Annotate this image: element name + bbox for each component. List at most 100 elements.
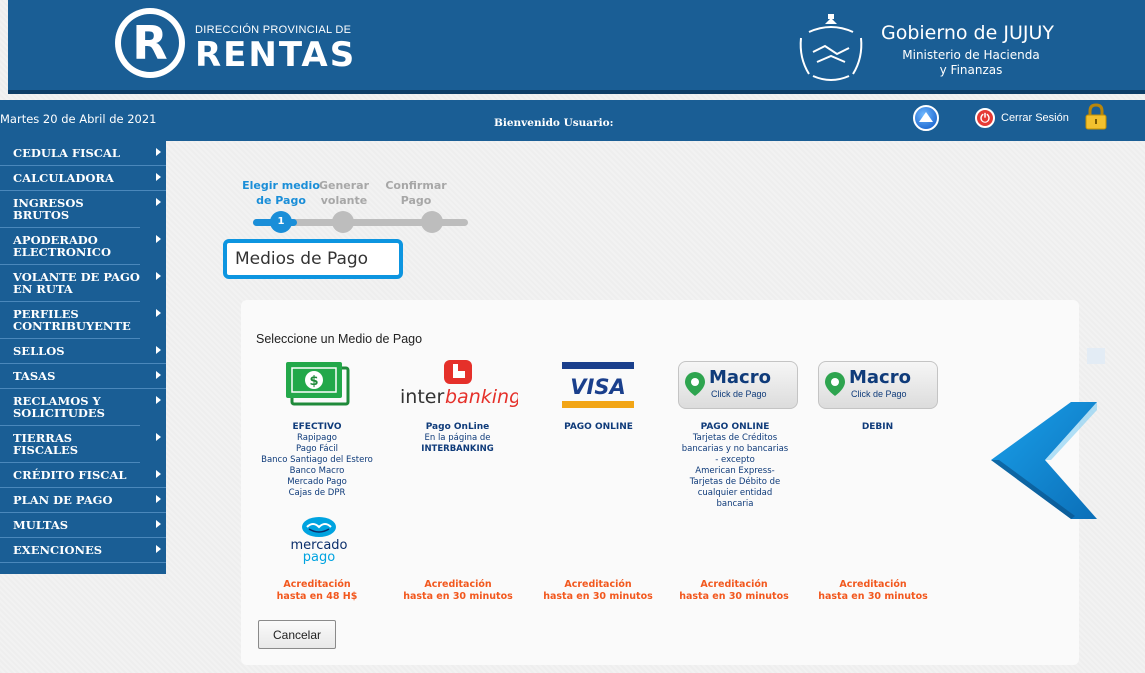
chevron-right-icon	[156, 371, 161, 379]
chevron-right-icon	[156, 346, 161, 354]
macro-pin-icon	[685, 372, 705, 396]
sidebar-item-sellos[interactable]: SELLOS	[0, 339, 166, 364]
sidebar-item-credito-fiscal[interactable]: CRÉDITO FISCAL	[0, 463, 166, 488]
option-desc-line: Mercado Pago	[287, 477, 347, 487]
cash-symbol: $	[309, 374, 318, 389]
ministry-line-2: y Finanzas	[939, 63, 1003, 77]
accreditation-line-1: Acreditación	[283, 579, 351, 590]
ministry-line-1: Ministerio de Hacienda	[902, 48, 1040, 62]
sidebar-item-perfiles-contribuyente[interactable]: PERFILES CONTRIBUYENTE	[0, 302, 161, 339]
option-visa[interactable]: PAGO ONLINE	[546, 422, 651, 433]
sidebar-item-label: SELLOS	[13, 344, 65, 358]
macro-logo-text: Macro	[709, 367, 771, 388]
handshake-icon	[302, 517, 336, 537]
accreditation-line-2: hasta en 48 H$	[276, 591, 358, 602]
macro-pin-icon	[825, 372, 845, 396]
option-desc-line: Cajas de DPR	[288, 488, 346, 498]
sidebar-item-label: TASAS	[13, 369, 56, 383]
logout-button[interactable]: ⏻ Cerrar Sesión	[975, 107, 1069, 129]
lock-icon[interactable]	[1083, 103, 1109, 131]
section-title: Medios de Pago	[223, 239, 403, 279]
step-3-label: Confirmar Pago	[371, 178, 461, 208]
sidebar-item-label: VOLANTE DE PAGO EN RUTA	[13, 270, 140, 296]
sidebar-item-label: PERFILES CONTRIBUYENTE	[13, 307, 131, 333]
sidebar-item-tasas[interactable]: TASAS	[0, 364, 166, 389]
accreditation-efectivo: Acreditación hasta en 48 H$	[247, 579, 387, 603]
sidebar-item-multas[interactable]: MULTAS	[0, 513, 166, 538]
option-desc-line: Rapipago	[297, 433, 337, 443]
accreditation-line-2: hasta en 30 minutos	[403, 591, 513, 602]
step-3-line-1: Confirmar	[385, 179, 447, 192]
chevron-right-icon	[156, 173, 161, 181]
option-desc-line: - excepto	[715, 455, 755, 465]
accreditation-line-2: hasta en 30 minutos	[818, 591, 928, 602]
chevron-right-icon	[156, 520, 161, 528]
sidebar-item-label: MULTAS	[13, 518, 69, 532]
current-date: Martes 20 de Abril de 2021	[0, 112, 157, 126]
sidebar-item-apoderado-electronico[interactable]: APODERADO ELECTRONICO	[0, 228, 161, 265]
accreditation-macro-cards: Acreditación hasta en 30 minutos	[664, 579, 804, 603]
welcome-text: Bienvenido Usuario:	[494, 117, 614, 129]
accreditation-line-1: Acreditación	[424, 579, 492, 590]
option-desc-line: bancarias y no bancarias	[681, 444, 789, 454]
back-arrow-icon[interactable]	[985, 398, 1105, 523]
accreditation-line-2: hasta en 30 minutos	[679, 591, 789, 602]
user-bar: Martes 20 de Abril de 2021 Bienvenido Us…	[0, 100, 1145, 141]
sidebar-item-label: APODERADO ELECTRONICO	[13, 233, 111, 259]
accreditation-debin: Acreditación hasta en 30 minutos	[803, 579, 943, 603]
chevron-right-icon	[156, 198, 161, 206]
mercado-pago-text-2: pago	[302, 550, 336, 565]
option-debin[interactable]: DEBIN	[830, 422, 925, 433]
home-button[interactable]	[913, 105, 939, 131]
cash-icon[interactable]: $	[282, 358, 352, 408]
macro-credit-logo[interactable]: Macro Click de Pago	[678, 361, 798, 409]
sidebar-item-ingresos-brutos[interactable]: INGRESOS BRUTOS	[0, 191, 161, 228]
sidebar-item-tierras-fiscales[interactable]: TIERRAS FISCALES	[0, 426, 161, 463]
sidebar-item-plan-de-pago[interactable]: PLAN DE PAGO	[0, 488, 166, 513]
accreditation-line-1: Acreditación	[700, 579, 768, 590]
step-3-line-2: Pago	[400, 194, 432, 207]
logout-label: Cerrar Sesión	[1001, 112, 1069, 124]
visa-logo[interactable]: VISA	[562, 362, 634, 408]
sidebar-item-cedula-fiscal[interactable]: CEDULA FISCAL	[0, 141, 166, 166]
option-desc-line: En la página de	[424, 433, 491, 443]
sidebar-item-label: INGRESOS BRUTOS	[13, 196, 84, 222]
option-desc-line: cualquier entidad	[697, 488, 773, 498]
power-icon: ⏻	[975, 108, 995, 128]
sidebar-item-label: TIERRAS FISCALES	[13, 431, 79, 457]
sidebar-item-calculadora[interactable]: CALCULADORA	[0, 166, 166, 191]
chevron-right-icon	[156, 433, 161, 441]
sidebar-item-reclamos[interactable]: RECLAMOS Y SOLICITUDES	[0, 389, 161, 426]
sidebar-item-label: CALCULADORA	[13, 171, 114, 185]
option-efectivo[interactable]: EFECTIVO Rapipago Pago Fácil Banco Santi…	[252, 422, 382, 499]
mercado-pago-logo[interactable]: mercado pago	[285, 516, 353, 566]
macro-debin-logo[interactable]: Macro Click de Pago	[818, 361, 938, 409]
payment-prompt: Seleccione un Medio de Pago	[256, 332, 423, 346]
accreditation-line-1: Acreditación	[564, 579, 632, 590]
option-desc-line: Banco Santiago del Estero	[261, 455, 373, 465]
chevron-right-icon	[156, 495, 161, 503]
option-title: EFECTIVO	[292, 422, 342, 432]
chevron-right-icon	[156, 309, 161, 317]
sidebar-item-exenciones[interactable]: EXENCIONES	[0, 538, 166, 563]
step-1-dot: 1	[270, 211, 292, 233]
accreditation-line-2: hasta en 30 minutos	[543, 591, 653, 602]
home-icon	[919, 112, 933, 122]
payment-stepper: Elegir medio de Pago Generar volante Con…	[238, 175, 478, 235]
logo-letter: R	[121, 14, 179, 72]
sidebar-item-label: CRÉDITO FISCAL	[13, 468, 127, 482]
step-2-dot	[332, 211, 354, 233]
option-interbanking[interactable]: Pago OnLine En la página de INTERBANKING	[400, 422, 515, 455]
chevron-right-icon	[156, 545, 161, 553]
interbanking-logo[interactable]: inter banking	[398, 358, 518, 408]
option-title: DEBIN	[861, 422, 894, 432]
visa-logo-text: VISA	[570, 375, 625, 399]
ministry-name: Ministerio de Hacienda y Finanzas	[901, 48, 1041, 78]
sidebar-item-label: CEDULA FISCAL	[13, 146, 120, 160]
option-macro-cards[interactable]: PAGO ONLINE Tarjetas de Créditos bancari…	[670, 422, 800, 510]
cancel-button[interactable]: Cancelar	[258, 620, 336, 649]
chevron-right-icon	[156, 148, 161, 156]
sidebar-item-volante-de-pago[interactable]: VOLANTE DE PAGO EN RUTA	[0, 265, 161, 302]
option-desc-line: Banco Macro	[289, 466, 345, 476]
jujuy-emblem-icon	[799, 14, 863, 81]
